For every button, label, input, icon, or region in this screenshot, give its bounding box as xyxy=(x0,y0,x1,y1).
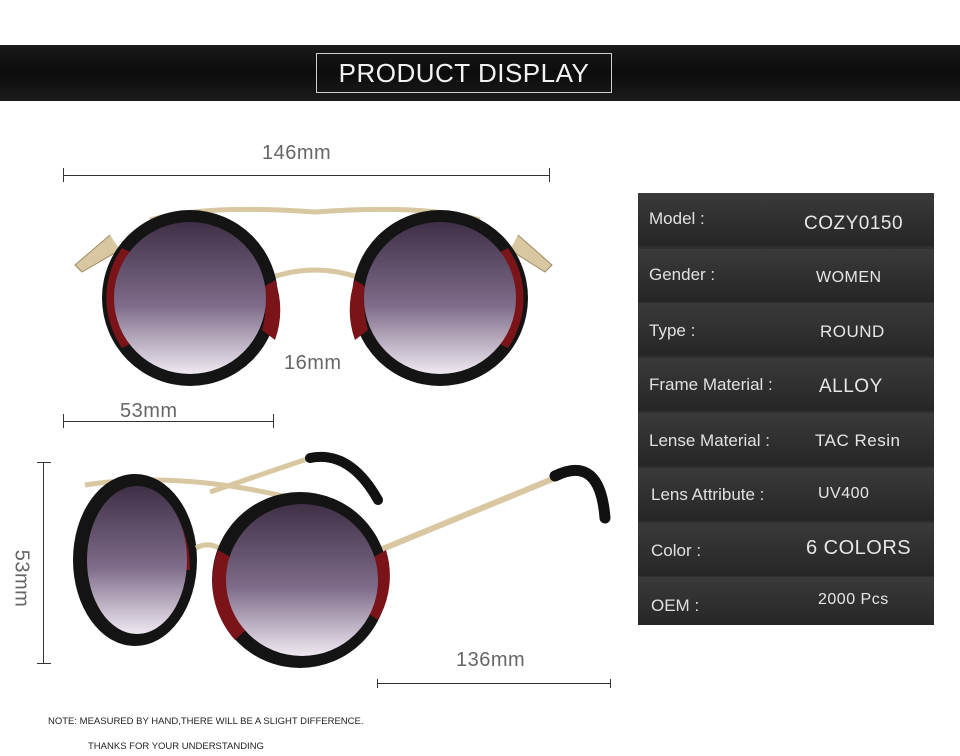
spec-table: Model : COZY0150 Gender : WOMEN Type : R… xyxy=(638,193,934,625)
temple-length-label: 136mm xyxy=(456,649,526,671)
temple-length-line xyxy=(377,683,610,684)
spec-row-model: Model : COZY0150 xyxy=(638,193,934,246)
spec-label: Model : xyxy=(649,209,705,228)
total-width-tick-left xyxy=(63,168,64,182)
lens-width-label: 53mm xyxy=(120,400,178,422)
note-thanks: THANKS FOR YOUR UNDERSTANDING xyxy=(88,741,264,752)
spec-row-oem: OEM : 2000 Pcs xyxy=(638,577,934,625)
temple-length-tick-right xyxy=(610,679,611,688)
lens-height-label: 53mm xyxy=(10,549,33,608)
spec-row-type: Type : ROUND xyxy=(638,303,934,356)
lens-width-tick-right xyxy=(273,414,274,428)
spec-label: Color : xyxy=(651,541,702,560)
total-width-label: 146mm xyxy=(262,142,332,164)
glasses-side-view xyxy=(73,451,611,668)
bridge-width-label: 16mm xyxy=(284,352,342,374)
page-title: PRODUCT DISPLAY xyxy=(316,53,612,93)
lens-width-line xyxy=(63,421,274,422)
spec-value: COZY0150 xyxy=(804,213,904,234)
lens-width-tick-left xyxy=(63,414,64,428)
spec-label: Gender : xyxy=(649,265,716,284)
total-width-tick-right xyxy=(549,168,550,182)
spec-label: Lens Attribute : xyxy=(651,485,765,504)
spec-row-lense-material: Lense Material : TAC Resin xyxy=(638,413,934,466)
spec-row-frame-material: Frame Material : ALLOY xyxy=(638,358,934,411)
spec-label: Lense Material : xyxy=(649,431,770,450)
spec-label: OEM : xyxy=(651,596,700,615)
spec-value: ROUND xyxy=(820,322,885,341)
spec-value: 6 COLORS xyxy=(806,537,912,559)
note-measurement: NOTE: MEASURED BY HAND,THERE WILL BE A S… xyxy=(48,716,364,727)
lens-height-tick-bottom xyxy=(37,663,51,664)
lens-height-tick-top xyxy=(37,462,51,463)
spec-value: 2000 Pcs xyxy=(818,591,889,608)
lens-height-line xyxy=(43,462,44,664)
spec-label: Type : xyxy=(649,321,696,340)
spec-value: TAC Resin xyxy=(815,431,901,450)
spec-value: UV400 xyxy=(818,485,870,502)
total-width-line xyxy=(63,175,550,176)
spec-row-gender: Gender : WOMEN xyxy=(638,249,934,302)
spec-value: ALLOY xyxy=(819,376,883,397)
spec-row-lens-attribute: Lens Attribute : UV400 xyxy=(638,468,934,521)
spec-row-color: Color : 6 COLORS xyxy=(638,523,934,576)
spec-label: Frame Material : xyxy=(649,375,773,394)
spec-value: WOMEN xyxy=(816,269,882,286)
temple-length-tick-left xyxy=(377,679,378,688)
